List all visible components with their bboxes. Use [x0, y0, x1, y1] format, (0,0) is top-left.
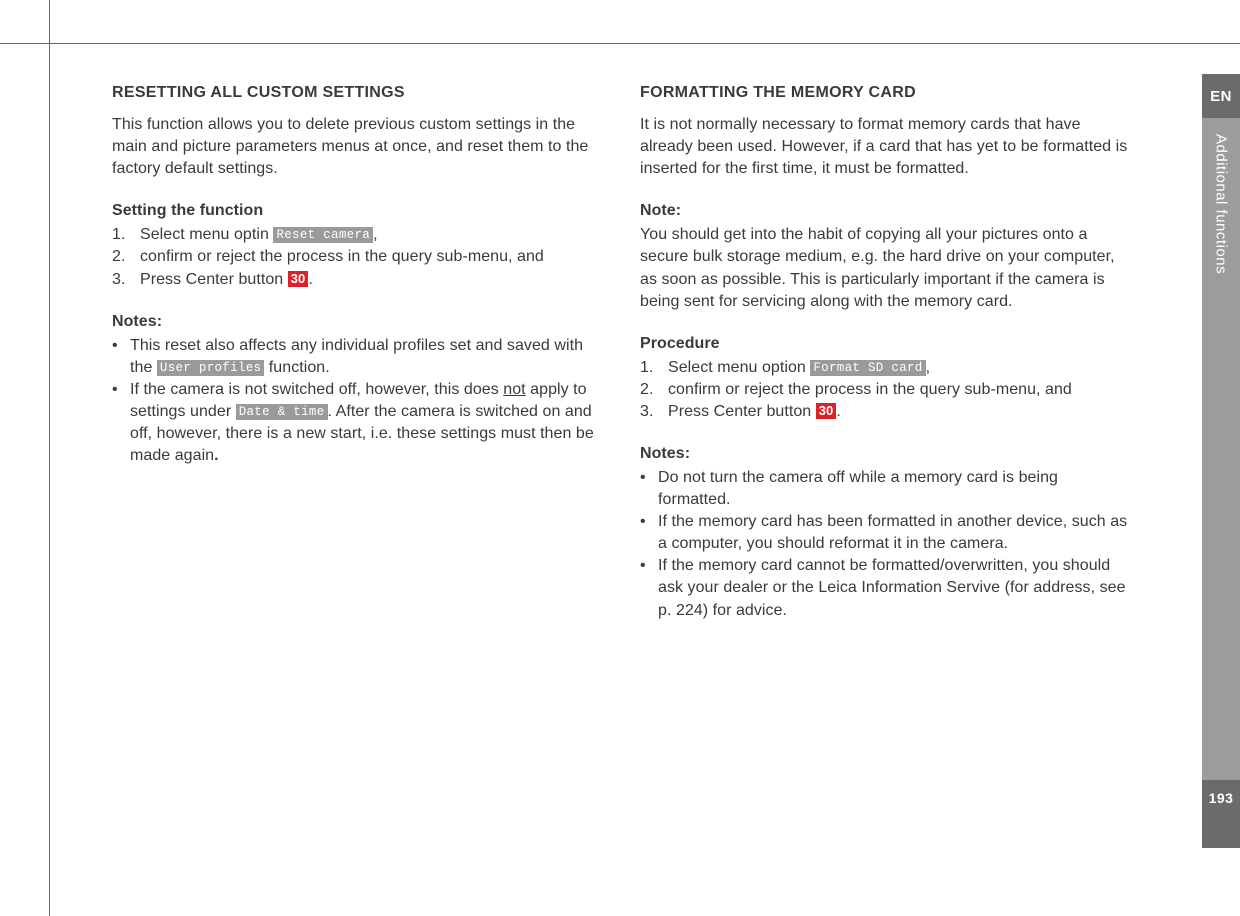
left-column: RESETTING ALL CUSTOM SETTINGS This funct… [112, 82, 604, 622]
tab-section-label: Additional functions [1213, 134, 1230, 274]
step-text: Select menu optin Reset camera, [140, 224, 378, 246]
step-text: Press Center button 30. [140, 269, 313, 291]
note-item: • Do not turn the camera off while a mem… [640, 467, 1132, 511]
steps-format: 1. Select menu option Format SD card, 2.… [640, 357, 1132, 423]
heading-notes: Notes: [640, 443, 1132, 465]
tab-section: Additional functions 193 [1202, 118, 1240, 848]
text-fragment: Press Center button [140, 271, 288, 288]
menu-label-user-profiles: User profiles [157, 360, 264, 376]
step-text: confirm or reject the process in the que… [140, 246, 544, 268]
manual-page: RESETTING ALL CUSTOM SETTINGS This funct… [0, 0, 1240, 916]
step-number: 2. [640, 379, 668, 401]
step-item: 2. confirm or reject the process in the … [640, 379, 1132, 401]
bullet-icon: • [112, 379, 130, 467]
text-fragment: Select menu option [668, 359, 810, 376]
menu-label-format-sd: Format SD card [810, 360, 925, 376]
menu-label-date-time: Date & time [236, 404, 328, 420]
step-number: 1. [112, 224, 140, 246]
heading-note: Note: [640, 200, 1132, 222]
step-number: 3. [112, 269, 140, 291]
note-item: • If the camera is not switched off, how… [112, 379, 604, 467]
ref-number: 30 [816, 403, 837, 419]
bold-period: . [214, 447, 219, 464]
right-column: FORMATTING THE MEMORY CARD It is not nor… [640, 82, 1132, 622]
intro-format: It is not normally necessary to format m… [640, 114, 1132, 180]
text-fragment: . [308, 271, 313, 288]
menu-label-reset-camera: Reset camera [273, 227, 373, 243]
crop-mark-vertical [49, 0, 50, 916]
note-text: Do not turn the camera off while a memor… [658, 467, 1132, 511]
notes-format: • Do not turn the camera off while a mem… [640, 467, 1132, 622]
step-item: 3. Press Center button 30. [112, 269, 604, 291]
step-number: 1. [640, 357, 668, 379]
crop-mark-horizontal [0, 43, 1240, 44]
text-fragment: function. [264, 359, 329, 376]
text-fragment: , [373, 226, 378, 243]
note-item: • If the memory card has been formatted … [640, 511, 1132, 555]
text-fragment: . [836, 403, 841, 420]
step-item: 1. Select menu optin Reset camera, [112, 224, 604, 246]
notes-reset: • This reset also affects any individual… [112, 335, 604, 467]
bullet-icon: • [640, 467, 658, 511]
intro-reset: This function allows you to delete previ… [112, 114, 604, 180]
side-tabs: EN Additional functions 193 [1202, 0, 1240, 916]
heading-reset: RESETTING ALL CUSTOM SETTINGS [112, 82, 604, 104]
step-item: 1. Select menu option Format SD card, [640, 357, 1132, 379]
note-text: This reset also affects any individual p… [130, 335, 604, 379]
step-item: 2. confirm or reject the process in the … [112, 246, 604, 268]
bullet-icon: • [112, 335, 130, 379]
note-body: You should get into the habit of copying… [640, 224, 1132, 312]
note-text: If the memory card has been formatted in… [658, 511, 1132, 555]
ref-number: 30 [288, 271, 309, 287]
text-fragment: If the camera is not switched off, howev… [130, 381, 503, 398]
step-text: confirm or reject the process in the que… [668, 379, 1072, 401]
heading-notes: Notes: [112, 311, 604, 333]
note-text: If the memory card cannot be formatted/o… [658, 555, 1132, 621]
tab-page-number: 193 [1202, 780, 1240, 848]
tab-language: EN [1202, 74, 1240, 118]
note-item: • This reset also affects any individual… [112, 335, 604, 379]
step-number: 3. [640, 401, 668, 423]
text-fragment: , [926, 359, 931, 376]
content-columns: RESETTING ALL CUSTOM SETTINGS This funct… [112, 82, 1132, 622]
heading-setting-function: Setting the function [112, 200, 604, 222]
step-text: Press Center button 30. [668, 401, 841, 423]
text-fragment: Select menu optin [140, 226, 273, 243]
heading-format: FORMATTING THE MEMORY CARD [640, 82, 1132, 104]
note-text: If the camera is not switched off, howev… [130, 379, 604, 467]
step-text: Select menu option Format SD card, [668, 357, 930, 379]
text-fragment: Press Center button [668, 403, 816, 420]
step-item: 3. Press Center button 30. [640, 401, 1132, 423]
bullet-icon: • [640, 511, 658, 555]
underlined-text: not [503, 381, 525, 398]
heading-procedure: Procedure [640, 333, 1132, 355]
note-item: • If the memory card cannot be formatted… [640, 555, 1132, 621]
bullet-icon: • [640, 555, 658, 621]
step-number: 2. [112, 246, 140, 268]
steps-reset: 1. Select menu optin Reset camera, 2. co… [112, 224, 604, 290]
